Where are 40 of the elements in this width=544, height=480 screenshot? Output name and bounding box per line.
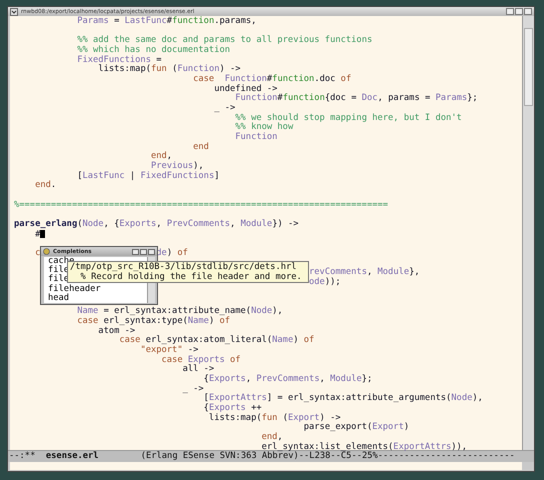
code-line: %% which has no documentation: [77, 45, 230, 56]
code-line: "export" ->: [140, 344, 198, 355]
code-line: Params = LastFunc#function.params,: [77, 16, 256, 26]
code-line: case Function#function.doc of: [193, 74, 352, 84]
code-line: Function#function{doc = Doc, params = Params};: [235, 93, 478, 104]
code-line: %% we should stop mapping here, but I don't: [235, 112, 462, 123]
code-line: [LastFunc | FixedFunctions]: [77, 170, 220, 181]
code-line: %% know how: [235, 122, 294, 132]
code-line: case erl_syntax:atom_literal(Name) of: [119, 335, 314, 346]
code-line: %% add the same doc and params to all previous functions: [77, 35, 372, 46]
code-line: Previous),: [150, 161, 204, 172]
code-line: %======================================================================: [14, 200, 388, 210]
code-line: parse_erlang(Node, {Exports, PrevComments, Module}) ->: [14, 219, 299, 230]
code-line: parse_export(Export): [304, 422, 410, 432]
code-line: case erl_syntax:type(Name) of: [77, 316, 230, 326]
code-line: lists:map(fun (Function) ->: [98, 64, 241, 74]
code-line: Name = erl_syntax:attribute_name(Node),: [77, 306, 283, 316]
code-line: {Exports ++: [204, 402, 262, 413]
code-line: ode));: [309, 277, 341, 288]
code-line: _ ->: [182, 384, 204, 394]
code-line: [ExportAttrs] = erl_syntax:attribute_arguments(Node),: [204, 393, 483, 404]
tooltip-doc: % Record holding the file header and more.: [80, 272, 303, 282]
code-line: #: [35, 229, 40, 240]
code-line: c: [35, 248, 40, 258]
code-line: all ->: [182, 364, 214, 374]
code-line: end,: [150, 151, 172, 162]
tooltip-path: /tmp/otp_src_R10B-3/lib/stdlib/src/dets.hrl: [70, 263, 298, 272]
code-line: atom ->: [98, 326, 136, 336]
code-line: {Exports, PrevComments, Module};: [204, 374, 372, 384]
code-line: revComments, Module},: [309, 267, 420, 278]
code-line: Function: [235, 132, 278, 142]
code-line: case Exports of: [162, 354, 241, 365]
code-line: end: [193, 142, 209, 152]
code-line: lists:map(fun (Export) ->: [208, 412, 341, 423]
code-line: end.: [35, 180, 56, 190]
code-line: end,: [262, 432, 283, 442]
code-line: undefined ->: [214, 84, 278, 94]
code-line: FixedFunctions =: [77, 54, 162, 65]
code-line: erl_syntax:list_elements(ExportAttrs)),: [262, 442, 468, 452]
code-line: _ ->: [214, 103, 236, 114]
